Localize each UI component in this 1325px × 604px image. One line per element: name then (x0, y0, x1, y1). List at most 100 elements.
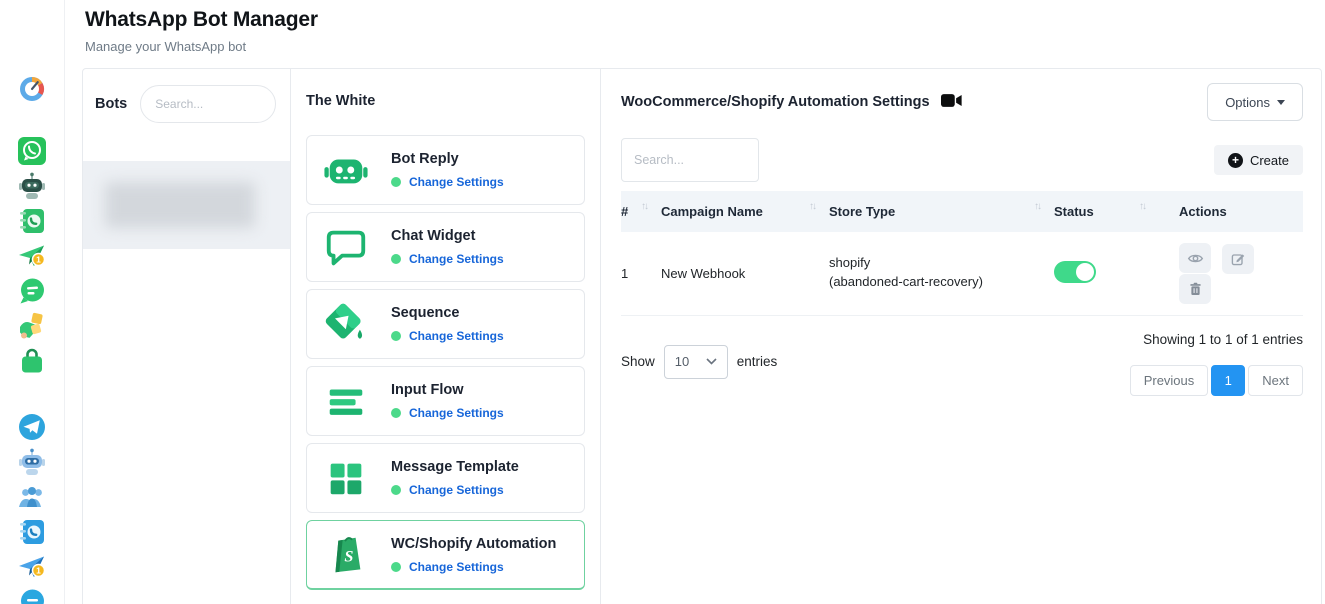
card-wc-shopify-automation[interactable]: S WC/Shopify Automation Change Settings (306, 520, 585, 590)
automation-title: WooCommerce/Shopify Automation Settings (621, 94, 930, 110)
sort-icon: ↑↓ (809, 201, 815, 212)
options-button[interactable]: Options (1207, 83, 1303, 121)
bots-column: Bots (83, 69, 291, 604)
bot-list-item-selected[interactable] (83, 161, 290, 249)
table-search-input[interactable] (621, 138, 759, 182)
caret-down-icon (1277, 100, 1285, 105)
bots-search-input[interactable] (140, 85, 276, 123)
status-dot (391, 562, 401, 572)
chat-bubble-blue-icon[interactable] (17, 587, 47, 604)
status-dot (391, 485, 401, 495)
change-settings-link[interactable]: Change Settings (409, 406, 504, 420)
column-header-num[interactable]: #↑↓ (621, 191, 661, 232)
page-subtitle: Manage your WhatsApp bot (85, 39, 1325, 54)
change-settings-link[interactable]: Change Settings (409, 329, 504, 343)
handshake-puzzle-icon[interactable] (17, 311, 47, 341)
badge-count: 1 (36, 255, 41, 265)
campaign-send-green-icon[interactable]: 1 (17, 241, 47, 271)
card-title: WC/Shopify Automation (391, 536, 556, 552)
robot-assistant-green-icon[interactable] (17, 171, 47, 201)
table-row: 1 New Webhook shopify (abandoned-cart-re… (621, 232, 1303, 315)
status-dot (391, 331, 401, 341)
column-header-actions: Actions (1159, 191, 1303, 232)
card-text: Message Template Change Settings (391, 459, 519, 497)
card-text: Bot Reply Change Settings (391, 151, 504, 189)
cell-store-type: shopify (abandoned-cart-recovery) (829, 232, 1054, 315)
phonebook-green-icon[interactable] (17, 206, 47, 236)
trash-icon (1188, 281, 1203, 297)
input-flow-icon (323, 378, 369, 424)
current-page-button[interactable]: 1 (1211, 365, 1245, 396)
bot-reply-icon (323, 147, 369, 193)
entries-label: entries (737, 354, 778, 369)
sort-icon: ↑↓ (641, 201, 647, 212)
card-bot-reply[interactable]: Bot Reply Change Settings (306, 135, 585, 205)
create-button-label: Create (1250, 153, 1289, 168)
store-type-line1: shopify (829, 254, 1054, 273)
audience-group-icon[interactable] (17, 482, 47, 512)
table-header-row: #↑↓ Campaign Name↑↓ Store Type↑↓ Status↑… (621, 191, 1303, 232)
shopping-bag-icon[interactable] (17, 346, 47, 376)
selected-bot-name: The White (306, 93, 585, 109)
delete-button[interactable] (1179, 274, 1211, 304)
change-settings-link[interactable]: Change Settings (409, 560, 504, 574)
card-input-flow[interactable]: Input Flow Change Settings (306, 366, 585, 436)
entries-summary: Showing 1 to 1 of 1 entries (1130, 332, 1303, 347)
main-area: WhatsApp Bot Manager Manage your WhatsAp… (66, 0, 1325, 604)
show-label: Show (621, 354, 655, 369)
chevron-down-icon (706, 358, 717, 365)
page-size-select[interactable]: 10 (664, 345, 728, 379)
page-size-value: 10 (675, 354, 689, 369)
status-dot (391, 254, 401, 264)
sort-icon: ↑↓ (1139, 201, 1145, 212)
card-title: Chat Widget (391, 228, 504, 244)
card-chat-widget[interactable]: Chat Widget Change Settings (306, 212, 585, 282)
view-button[interactable] (1179, 243, 1211, 273)
telegram-icon[interactable] (17, 412, 47, 442)
status-dot (391, 408, 401, 418)
card-text: WC/Shopify Automation Change Settings (391, 536, 556, 574)
column-header-campaign-name[interactable]: Campaign Name↑↓ (661, 191, 829, 232)
campaigns-table: #↑↓ Campaign Name↑↓ Store Type↑↓ Status↑… (621, 191, 1303, 316)
cell-status (1054, 232, 1159, 315)
phonebook-blue-icon[interactable] (17, 517, 47, 547)
shopify-bag-icon: S (323, 532, 369, 578)
video-tutorial-icon[interactable] (941, 93, 963, 112)
card-text: Chat Widget Change Settings (391, 228, 504, 266)
plus-icon: + (1228, 153, 1243, 168)
change-settings-link[interactable]: Change Settings (409, 252, 504, 266)
status-dot (391, 177, 401, 187)
next-page-button[interactable]: Next (1248, 365, 1303, 396)
edit-pencil-icon (1230, 251, 1246, 267)
cell-actions (1159, 232, 1303, 315)
dashboard-gauge-icon[interactable] (17, 74, 47, 104)
message-template-icon (323, 455, 369, 501)
chat-bubble-green-icon[interactable] (17, 276, 47, 306)
previous-page-button[interactable]: Previous (1130, 365, 1209, 396)
bot-menu-column: The White Bot Reply (291, 69, 601, 604)
robot-assistant-blue-icon[interactable] (17, 447, 47, 477)
column-header-status[interactable]: Status↑↓ (1054, 191, 1159, 232)
chat-widget-icon (323, 224, 369, 270)
column-header-store-type[interactable]: Store Type↑↓ (829, 191, 1054, 232)
sequence-paint-icon (323, 301, 369, 347)
card-title: Message Template (391, 459, 519, 475)
create-button[interactable]: + Create (1214, 145, 1303, 175)
card-message-template[interactable]: Message Template Change Settings (306, 443, 585, 513)
sort-icon: ↑↓ (1034, 201, 1040, 212)
store-type-line2: (abandoned-cart-recovery) (829, 273, 1054, 292)
whatsapp-icon[interactable] (17, 136, 47, 166)
bots-header: Bots (83, 69, 290, 123)
automation-title-row: WooCommerce/Shopify Automation Settings (621, 93, 963, 112)
campaign-send-blue-icon[interactable]: 1 (17, 552, 47, 582)
card-sequence[interactable]: Sequence Change Settings (306, 289, 585, 359)
change-settings-link[interactable]: Change Settings (409, 175, 504, 189)
status-toggle-on[interactable] (1054, 261, 1096, 283)
change-settings-link[interactable]: Change Settings (409, 483, 504, 497)
edit-button[interactable] (1222, 244, 1254, 274)
card-title: Input Flow (391, 382, 504, 398)
cell-campaign-name: New Webhook (661, 232, 829, 315)
bot-name-redacted (105, 182, 255, 228)
options-button-label: Options (1225, 95, 1270, 110)
page-header: WhatsApp Bot Manager Manage your WhatsAp… (66, 0, 1325, 54)
